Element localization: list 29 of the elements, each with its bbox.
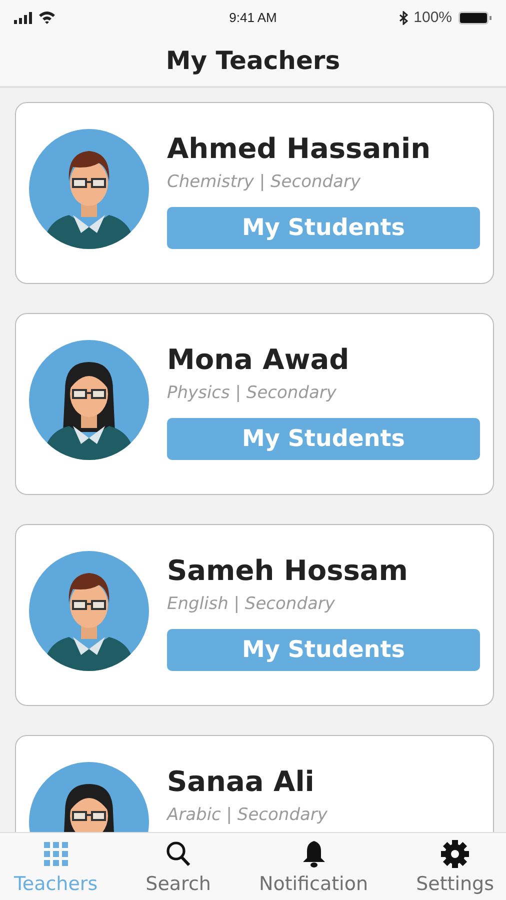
wifi-icon [38,11,56,24]
teacher-card[interactable]: Sanaa Ali Arabic | Secondary [15,735,494,832]
bluetooth-icon [398,10,408,24]
teacher-card[interactable]: Ahmed Hassanin Chemistry | Secondary My Students [15,102,494,284]
teacher-card[interactable]: Mona Awad Physics | Secondary My Students [15,313,494,495]
tab-item[interactable]: Notification [258,833,368,900]
tab-item[interactable]: Search [146,833,211,900]
teacher-name: Sanaa Ali [167,766,316,797]
my-students-button[interactable]: My Students [167,207,480,249]
teacher-card[interactable]: Sameh Hossam English | Secondary My Students [15,524,494,706]
settings-icon [441,840,470,868]
teacher-subject: Physics | Secondary [167,383,338,404]
teacher-name: Mona Awad [167,344,350,375]
teacher-subject: Arabic | Secondary [167,805,328,826]
status-time: 9:41 AM [229,10,277,25]
page-title: My Teachers [166,46,340,75]
teacher-name: Sameh Hossam [167,555,409,586]
battery-icon [458,10,492,24]
signal-icon [14,12,34,24]
bell-icon [302,840,326,868]
my-students-button[interactable]: My Students [167,418,480,460]
grid-icon [44,842,68,866]
teacher-subject: English | Secondary [167,594,336,615]
teacher-name: Ahmed Hassanin [167,133,432,164]
teacher-subject: Chemistry | Secondary [167,172,362,193]
search-icon [166,841,190,867]
tab-item[interactable]: Settings [416,833,494,900]
battery-percent: 100% [414,9,452,26]
my-students-button[interactable]: My Students [167,629,480,671]
